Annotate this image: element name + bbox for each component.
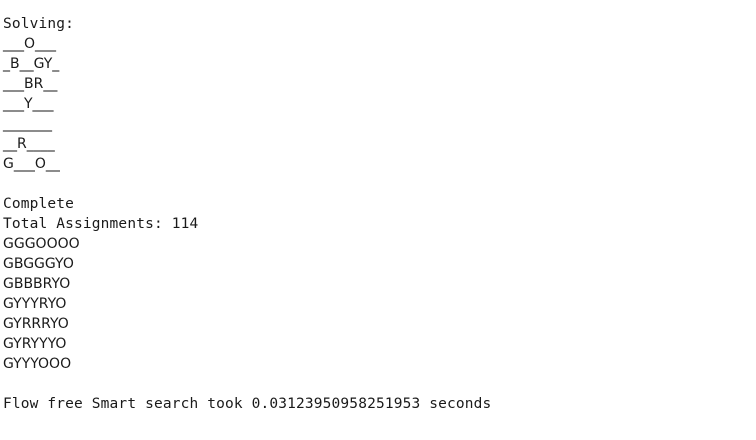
solution-row: GBBBRYO (3, 276, 71, 292)
puzzle-row: _______ (3, 116, 52, 132)
complete-label: Complete (3, 196, 75, 212)
puzzle-row: ___Y___ (3, 96, 54, 112)
puzzle-grid: ___O___ _B__GY_ ___BR__ ___Y___ _______ … (3, 34, 753, 174)
solution-row: GYYYOOO (3, 356, 72, 372)
puzzle-row: __R____ (3, 136, 55, 152)
puzzle-row: G___O__ (3, 156, 60, 172)
solution-row: GYRYYYO (3, 336, 67, 352)
solution-row: GBGGGYO (3, 256, 74, 272)
total-assignments: Total Assignments: 114 (3, 216, 199, 232)
puzzle-row: _B__GY_ (3, 56, 60, 72)
solution-row: GGGOOOO (3, 236, 80, 252)
solution-row: GYYYRYO (3, 296, 67, 312)
puzzle-row: ___O___ (3, 36, 57, 52)
console-output: Solving: ___O___ _B__GY_ ___BR__ ___Y___… (3, 14, 753, 414)
puzzle-row: ___BR__ (3, 76, 58, 92)
solution-grid: GGGOOOO GBGGGYO GBBBRYO GYYYRYO GYRRRYO … (3, 234, 753, 374)
solving-label: Solving: (3, 16, 75, 32)
timing-message: Flow free Smart search took 0.0312395095… (3, 396, 492, 412)
solution-row: GYRRRYO (3, 316, 69, 332)
